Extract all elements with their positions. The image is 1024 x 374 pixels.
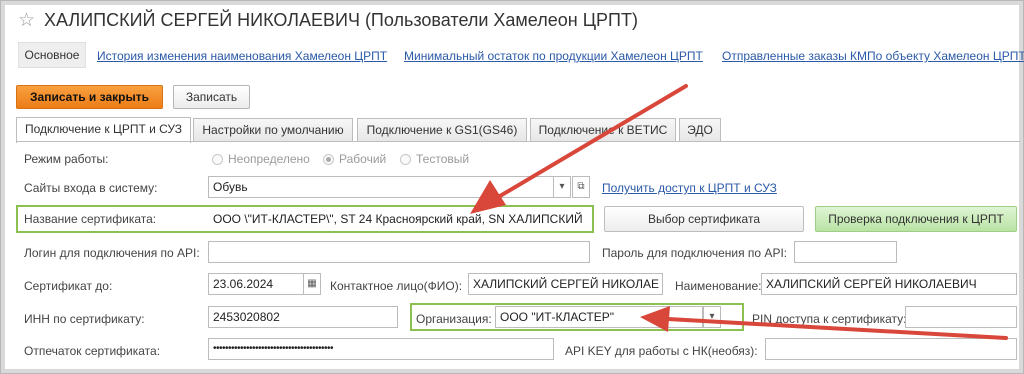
nav-link-name-history[interactable]: История изменения наименования Хамелеон … [97,49,387,63]
inn-input[interactable]: 2453020802 [208,306,398,328]
page-title: ХАЛИПСКИЙ СЕРГЕЙ НИКОЛАЕВИЧ (Пользовател… [44,10,638,30]
tab-crpt-connection[interactable]: Подключение к ЦРПТ и СУЗ [16,117,191,143]
password-input[interactable] [794,241,897,263]
dropdown-arrow-icon[interactable]: ▾ [703,306,721,328]
mode-radio-undefined[interactable] [212,154,223,165]
mode-option-working: Рабочий [339,152,387,166]
contact-input[interactable]: ХАЛИПСКИЙ СЕРГЕЙ НИКОЛАЕ [468,273,663,295]
calendar-icon[interactable]: ▦ [303,273,321,295]
save-and-close-button[interactable]: Записать и закрыть [16,85,163,109]
tab-default-settings[interactable]: Настройки по умолчанию [193,118,353,142]
tab-edo[interactable]: ЭДО [679,118,721,142]
name-label: Наименование: [675,279,762,293]
favorite-star-icon[interactable]: ☆ [18,9,35,32]
tab-divider [16,141,1020,142]
cert-until-label: Сертификат до: [24,279,113,293]
sites-input[interactable]: Обувь [208,176,554,198]
tab-vetis-connection[interactable]: Подключение к ВЕТИС [530,118,676,142]
thumbprint-input[interactable]: •••••••••••••••••••••••••••••••••••••••• [208,338,554,360]
organization-label: Организация: [416,312,492,326]
cert-name-input[interactable]: ООО \"ИТ-КЛАСТЕР\", ST 24 Красноярский к… [208,208,591,230]
mode-radio-working[interactable] [323,154,334,165]
organization-input[interactable]: ООО "ИТ-КЛАСТЕР" [495,306,703,328]
nav-link-min-stock[interactable]: Минимальный остаток по продукции Хамелео… [404,49,703,63]
nav-link-sent-orders[interactable]: Отправленные заказы КМПо объекту Хамелео… [722,49,1024,63]
cert-name-label: Название сертификата: [24,212,157,226]
choose-cert-button[interactable]: Выбор сертификата [604,206,804,232]
apikey-label: API KEY для работы с НК(необяз): [565,344,758,358]
save-button[interactable]: Записать [173,85,250,109]
pin-input[interactable] [905,306,1017,328]
pin-label: PIN доступа к сертификату: [752,312,907,326]
mode-option-undefined: Неопределено [228,152,310,166]
tab-gs1-connection[interactable]: Подключение к GS1(GS46) [357,118,527,142]
mode-option-test: Тестовый [416,152,470,166]
apikey-input[interactable] [765,338,1017,360]
sites-label: Сайты входа в систему: [24,181,158,195]
open-icon[interactable]: ⧉ [572,176,590,198]
cert-until-input[interactable]: 23.06.2024 [208,273,304,295]
check-connection-button[interactable]: Проверка подключения к ЦРПТ [815,206,1017,232]
contact-label: Контактное лицо(ФИО): [330,279,463,293]
mode-label: Режим работы: [24,152,109,166]
login-input[interactable] [208,241,590,263]
nav-main[interactable]: Основное [18,42,86,68]
dropdown-arrow-icon[interactable]: ▾ [553,176,571,198]
inn-label: ИНН по сертификату: [24,312,145,326]
login-label: Логин для подключения по API: [24,246,200,260]
get-access-link[interactable]: Получить доступ к ЦРПТ и СУЗ [602,181,777,195]
password-label: Пароль для подключения по API: [602,246,788,260]
mode-radio-test[interactable] [400,154,411,165]
thumbprint-label: Отпечаток сертификата: [24,344,161,358]
name-input[interactable]: ХАЛИПСКИЙ СЕРГЕЙ НИКОЛАЕВИЧ [761,273,1017,295]
